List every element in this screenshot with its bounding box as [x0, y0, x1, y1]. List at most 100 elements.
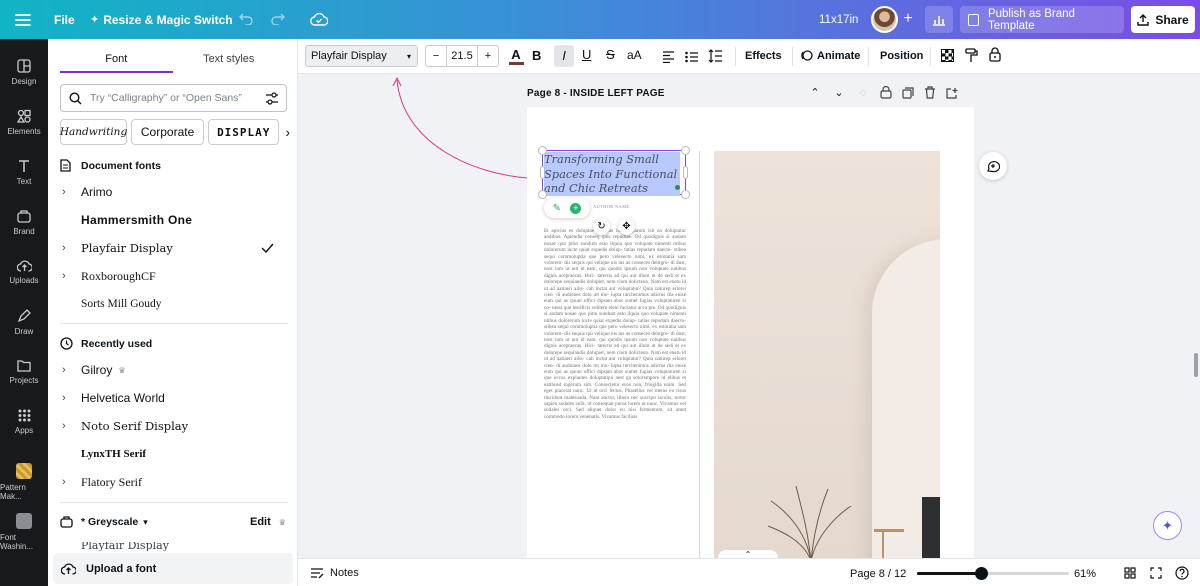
magic-assistant-button[interactable]: ✦	[1153, 511, 1182, 540]
menu-icon[interactable]	[14, 11, 32, 29]
line-spacing-icon[interactable]	[708, 49, 723, 68]
animate-button[interactable]: Animate	[800, 49, 860, 62]
chip-corporate[interactable]: Corporate	[131, 119, 205, 145]
side-handle[interactable]	[540, 166, 545, 179]
redo-icon[interactable]	[270, 11, 286, 27]
rail-pattern-maker[interactable]: Pattern Mak...	[0, 459, 48, 505]
transparency-icon[interactable]	[941, 49, 954, 62]
add-comment-button[interactable]	[979, 152, 1007, 180]
chevron-up-icon[interactable]: ⌃	[808, 86, 822, 99]
page-indicator[interactable]: Page 8 / 12	[850, 568, 906, 580]
rail-brand[interactable]: Brand	[0, 199, 48, 245]
effects-button[interactable]: Effects	[745, 50, 782, 62]
lock-icon[interactable]	[989, 47, 1001, 67]
font-family-dropdown[interactable]: Playfair Display ▾	[305, 45, 418, 67]
rail-text[interactable]: Text	[0, 149, 48, 195]
strikethrough-button[interactable]: S	[606, 47, 615, 62]
zoom-percent[interactable]: 61%	[1074, 568, 1096, 580]
page-title[interactable]: Page 8 - INSIDE LEFT PAGE	[527, 88, 665, 99]
font-item-roxboroughcf[interactable]: › RoxboroughCF	[62, 264, 288, 288]
chevron-right-icon[interactable]: ›	[62, 392, 76, 404]
rail-uploads[interactable]: Uploads	[0, 249, 48, 295]
greyscale-kit-header[interactable]: * Greyscale ▾	[60, 516, 148, 528]
chevron-down-icon[interactable]: ▾	[143, 517, 148, 528]
rail-draw[interactable]: Draw	[0, 299, 48, 345]
partial-font-item[interactable]: Playfair Display	[81, 542, 169, 551]
chevron-right-icon[interactable]: ›	[62, 420, 76, 432]
font-item-flatory-serif[interactable]: › Flatory Serif	[62, 470, 288, 494]
avatar[interactable]	[871, 6, 898, 33]
upload-font-button[interactable]: Upload a font	[53, 553, 293, 584]
grid-view-icon[interactable]	[1124, 567, 1136, 582]
chevron-right-icon[interactable]: ›	[62, 364, 76, 376]
font-item-gilroy[interactable]: › Gilroy ♛	[62, 358, 288, 382]
font-item-noto-serif-display[interactable]: › Noto Serif Display	[62, 414, 288, 438]
font-item-playfair-display[interactable]: › Playfair Display	[62, 236, 288, 260]
bold-button[interactable]: B	[532, 48, 541, 63]
cloud-saved-icon[interactable]	[309, 10, 329, 28]
share-button[interactable]: Share	[1131, 6, 1195, 33]
tab-text-styles[interactable]: Text styles	[173, 49, 286, 73]
paint-roller-icon[interactable]	[965, 48, 978, 68]
font-item-helvetica-world[interactable]: › Helvetica World	[62, 386, 288, 410]
rail-apps[interactable]: Apps	[0, 399, 48, 445]
chip-handwriting[interactable]: Handwriting	[60, 119, 127, 145]
increase-size-button[interactable]: +	[477, 46, 498, 66]
rail-font-washing[interactable]: Font Washin...	[0, 509, 48, 555]
edit-kit-link[interactable]: Edit ♛	[250, 516, 286, 528]
italic-button[interactable]: I	[554, 45, 574, 67]
delete-page-icon[interactable]	[924, 86, 936, 99]
magic-write-icon[interactable]: ✎	[553, 203, 561, 214]
publish-brand-template-button[interactable]: Publish as Brand Template	[960, 6, 1124, 33]
chevron-down-icon[interactable]: ⌄	[832, 86, 846, 99]
room-photo[interactable]	[714, 151, 940, 558]
font-item-lynxth-serif[interactable]: LynxTH Serif	[62, 442, 288, 466]
add-collaborator-icon[interactable]: +	[901, 10, 915, 27]
position-button[interactable]: Position	[880, 50, 923, 62]
resize-handle[interactable]	[538, 146, 547, 155]
font-search-input[interactable]: Try “Calligraphy” or “Open Sans”	[60, 84, 287, 112]
chevron-right-icon[interactable]: ›	[62, 476, 76, 488]
resize-handle[interactable]	[681, 146, 690, 155]
duplicate-page-icon[interactable]	[902, 86, 914, 99]
side-handle[interactable]	[683, 166, 688, 179]
chevron-right-icon[interactable]: ›	[62, 186, 76, 198]
chevron-right-icon[interactable]: ›	[62, 270, 76, 282]
canvas-area[interactable]: Page 8 - INSIDE LEFT PAGE ⌃ ⌄ ◌ AUTHOR N…	[298, 74, 1200, 560]
hide-page-icon[interactable]: ◌	[856, 87, 870, 99]
rail-projects[interactable]: Projects	[0, 349, 48, 395]
zoom-slider[interactable]	[917, 567, 1069, 580]
font-item-sorts-mill-goudy[interactable]: Sorts Mill Goudy	[62, 292, 288, 316]
article-body-text[interactable]: Et apicius es doluptae aut lias ium a pa…	[544, 228, 686, 558]
rotate-handle[interactable]: ↻	[593, 218, 610, 235]
fullscreen-icon[interactable]	[1150, 567, 1162, 582]
font-item-arimo[interactable]: › Arimo	[62, 180, 288, 204]
design-size-label[interactable]: 11x17in	[819, 0, 858, 39]
zoom-slider-thumb[interactable]	[975, 567, 988, 580]
author-name[interactable]: AUTHOR NAME	[593, 204, 629, 209]
decrease-size-button[interactable]: −	[426, 46, 447, 66]
lock-page-icon[interactable]	[880, 86, 892, 99]
design-page[interactable]: AUTHOR NAME Et apicius es doluptae aut l…	[527, 107, 974, 558]
list-icon[interactable]	[685, 50, 699, 68]
file-menu[interactable]: File	[54, 0, 75, 39]
font-size-input[interactable]: 21.5	[447, 46, 477, 66]
move-handle[interactable]: ✥	[618, 218, 635, 235]
heading-text-box[interactable]: Transforming Small Spaces Into Functiona…	[538, 146, 690, 199]
notes-button[interactable]: Notes	[310, 567, 359, 579]
filter-sliders-icon[interactable]	[265, 91, 279, 105]
align-left-icon[interactable]	[662, 50, 675, 68]
text-color-button[interactable]: A	[508, 47, 524, 67]
magic-add-icon[interactable]: +	[570, 202, 582, 214]
undo-icon[interactable]	[238, 11, 254, 27]
chevron-right-icon[interactable]: ›	[285, 124, 290, 140]
font-item-hammersmith-one[interactable]: Hammersmith One	[62, 208, 288, 232]
insights-chart-icon[interactable]	[925, 6, 953, 33]
letter-case-button[interactable]: aA	[627, 48, 642, 62]
add-page-icon[interactable]	[946, 87, 958, 99]
scrollbar-thumb[interactable]	[1194, 353, 1198, 377]
underline-button[interactable]: U	[582, 47, 591, 62]
help-icon[interactable]	[1175, 566, 1189, 583]
rail-design[interactable]: Design	[0, 49, 48, 95]
resize-magic-switch-button[interactable]: ✦ Resize & Magic Switch	[90, 0, 233, 39]
